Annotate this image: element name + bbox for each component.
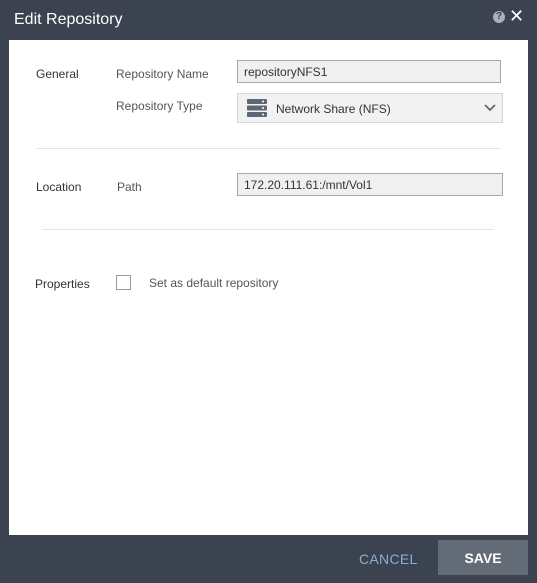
repository-type-label: Repository Type [116, 99, 203, 113]
path-input[interactable] [237, 173, 503, 196]
default-repository-label: Set as default repository [149, 276, 279, 290]
storage-server-icon [247, 99, 267, 117]
cancel-button[interactable]: CANCEL [359, 544, 429, 574]
repository-name-input[interactable] [237, 60, 501, 83]
dialog-content: General Repository Name Repository Type … [9, 40, 528, 535]
repository-name-label: Repository Name [116, 67, 209, 81]
dialog-titlebar: Edit Repository ? ✕ [0, 0, 537, 40]
help-icon[interactable]: ? [493, 11, 505, 23]
edit-repository-dialog: Edit Repository ? ✕ General Repository N… [0, 0, 537, 583]
close-icon[interactable]: ✕ [509, 7, 524, 25]
path-label: Path [117, 180, 142, 194]
section-label-properties: Properties [35, 277, 90, 291]
dialog-title: Edit Repository [14, 11, 123, 28]
section-divider [42, 229, 494, 230]
chevron-down-icon[interactable] [484, 103, 496, 113]
save-button[interactable]: SAVE [438, 540, 528, 575]
section-label-location: Location [36, 180, 82, 194]
repository-type-select[interactable]: Network Share (NFS) [237, 93, 503, 123]
default-repository-checkbox[interactable] [116, 275, 131, 290]
repository-type-value: Network Share (NFS) [276, 102, 391, 116]
section-divider [36, 148, 501, 149]
section-label-general: General [36, 67, 79, 81]
